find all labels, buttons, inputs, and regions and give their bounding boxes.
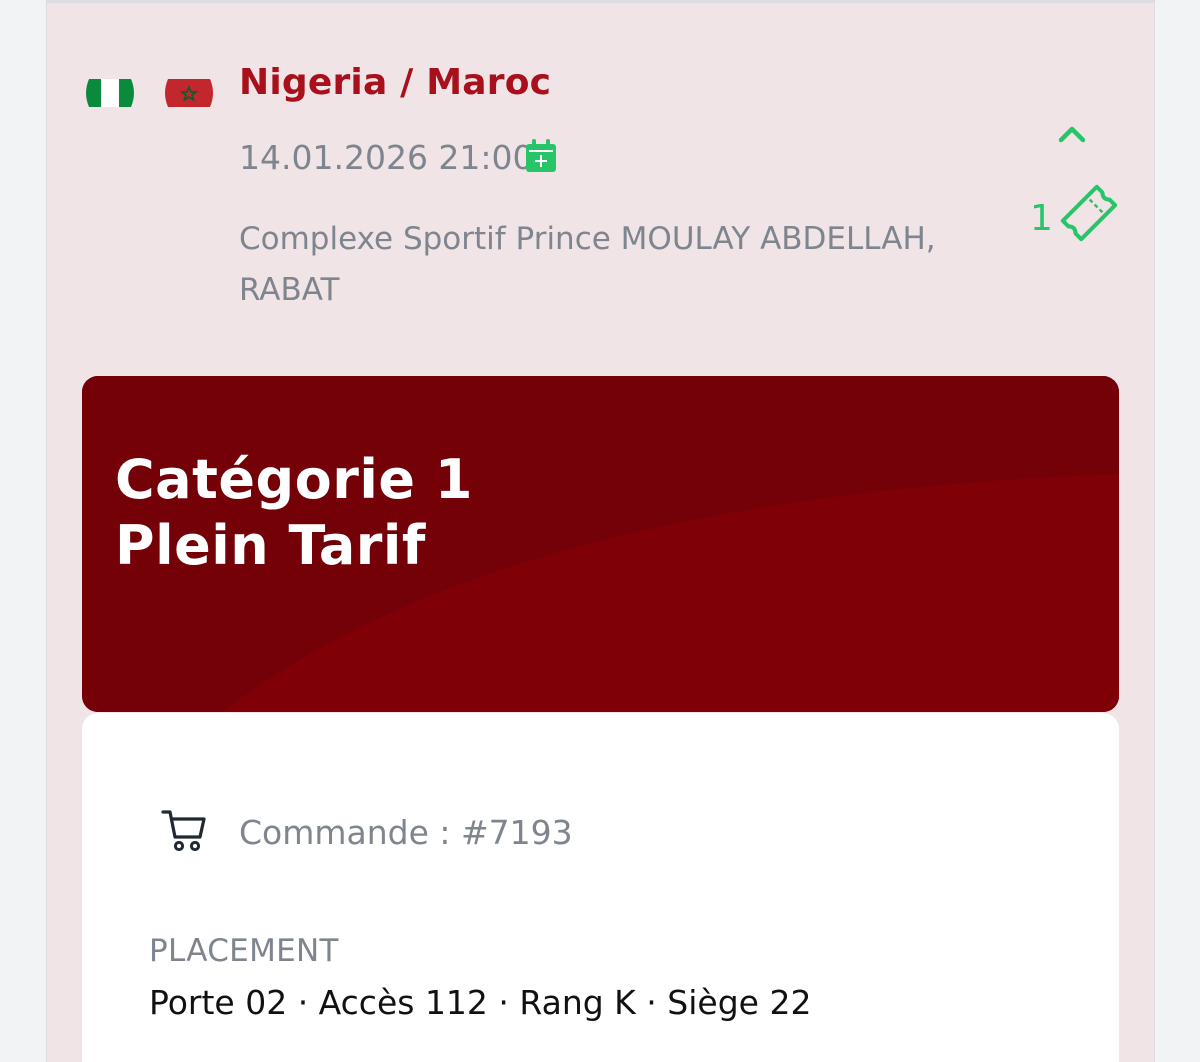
ticket-count: 1 <box>1030 198 1053 239</box>
tariff-name: Plein Tarif <box>115 514 426 577</box>
nigeria-flag-icon <box>86 79 134 107</box>
card-top-border <box>47 0 1154 3</box>
calendar-add-icon[interactable] <box>523 138 559 174</box>
category-name: Catégorie 1 <box>115 448 473 511</box>
cart-icon <box>161 810 206 852</box>
ticket-icon[interactable] <box>1055 180 1123 246</box>
morocco-flag-icon <box>165 79 213 107</box>
order-number: Commande : #7193 <box>239 813 573 852</box>
match-datetime: 14.01.2026 21:00 <box>239 138 534 177</box>
match-ticket-card: Nigeria / Maroc 14.01.2026 21:00 Complex… <box>46 0 1155 1062</box>
placement-value: Porte 02 · Accès 112 · Rang K · Siège 22 <box>149 983 812 1022</box>
placement-label: PLACEMENT <box>149 933 339 969</box>
chevron-up-icon[interactable] <box>1053 120 1091 150</box>
match-venue: Complexe Sportif Prince MOULAY ABDELLAH,… <box>239 221 936 308</box>
match-title: Nigeria / Maroc <box>239 62 552 103</box>
